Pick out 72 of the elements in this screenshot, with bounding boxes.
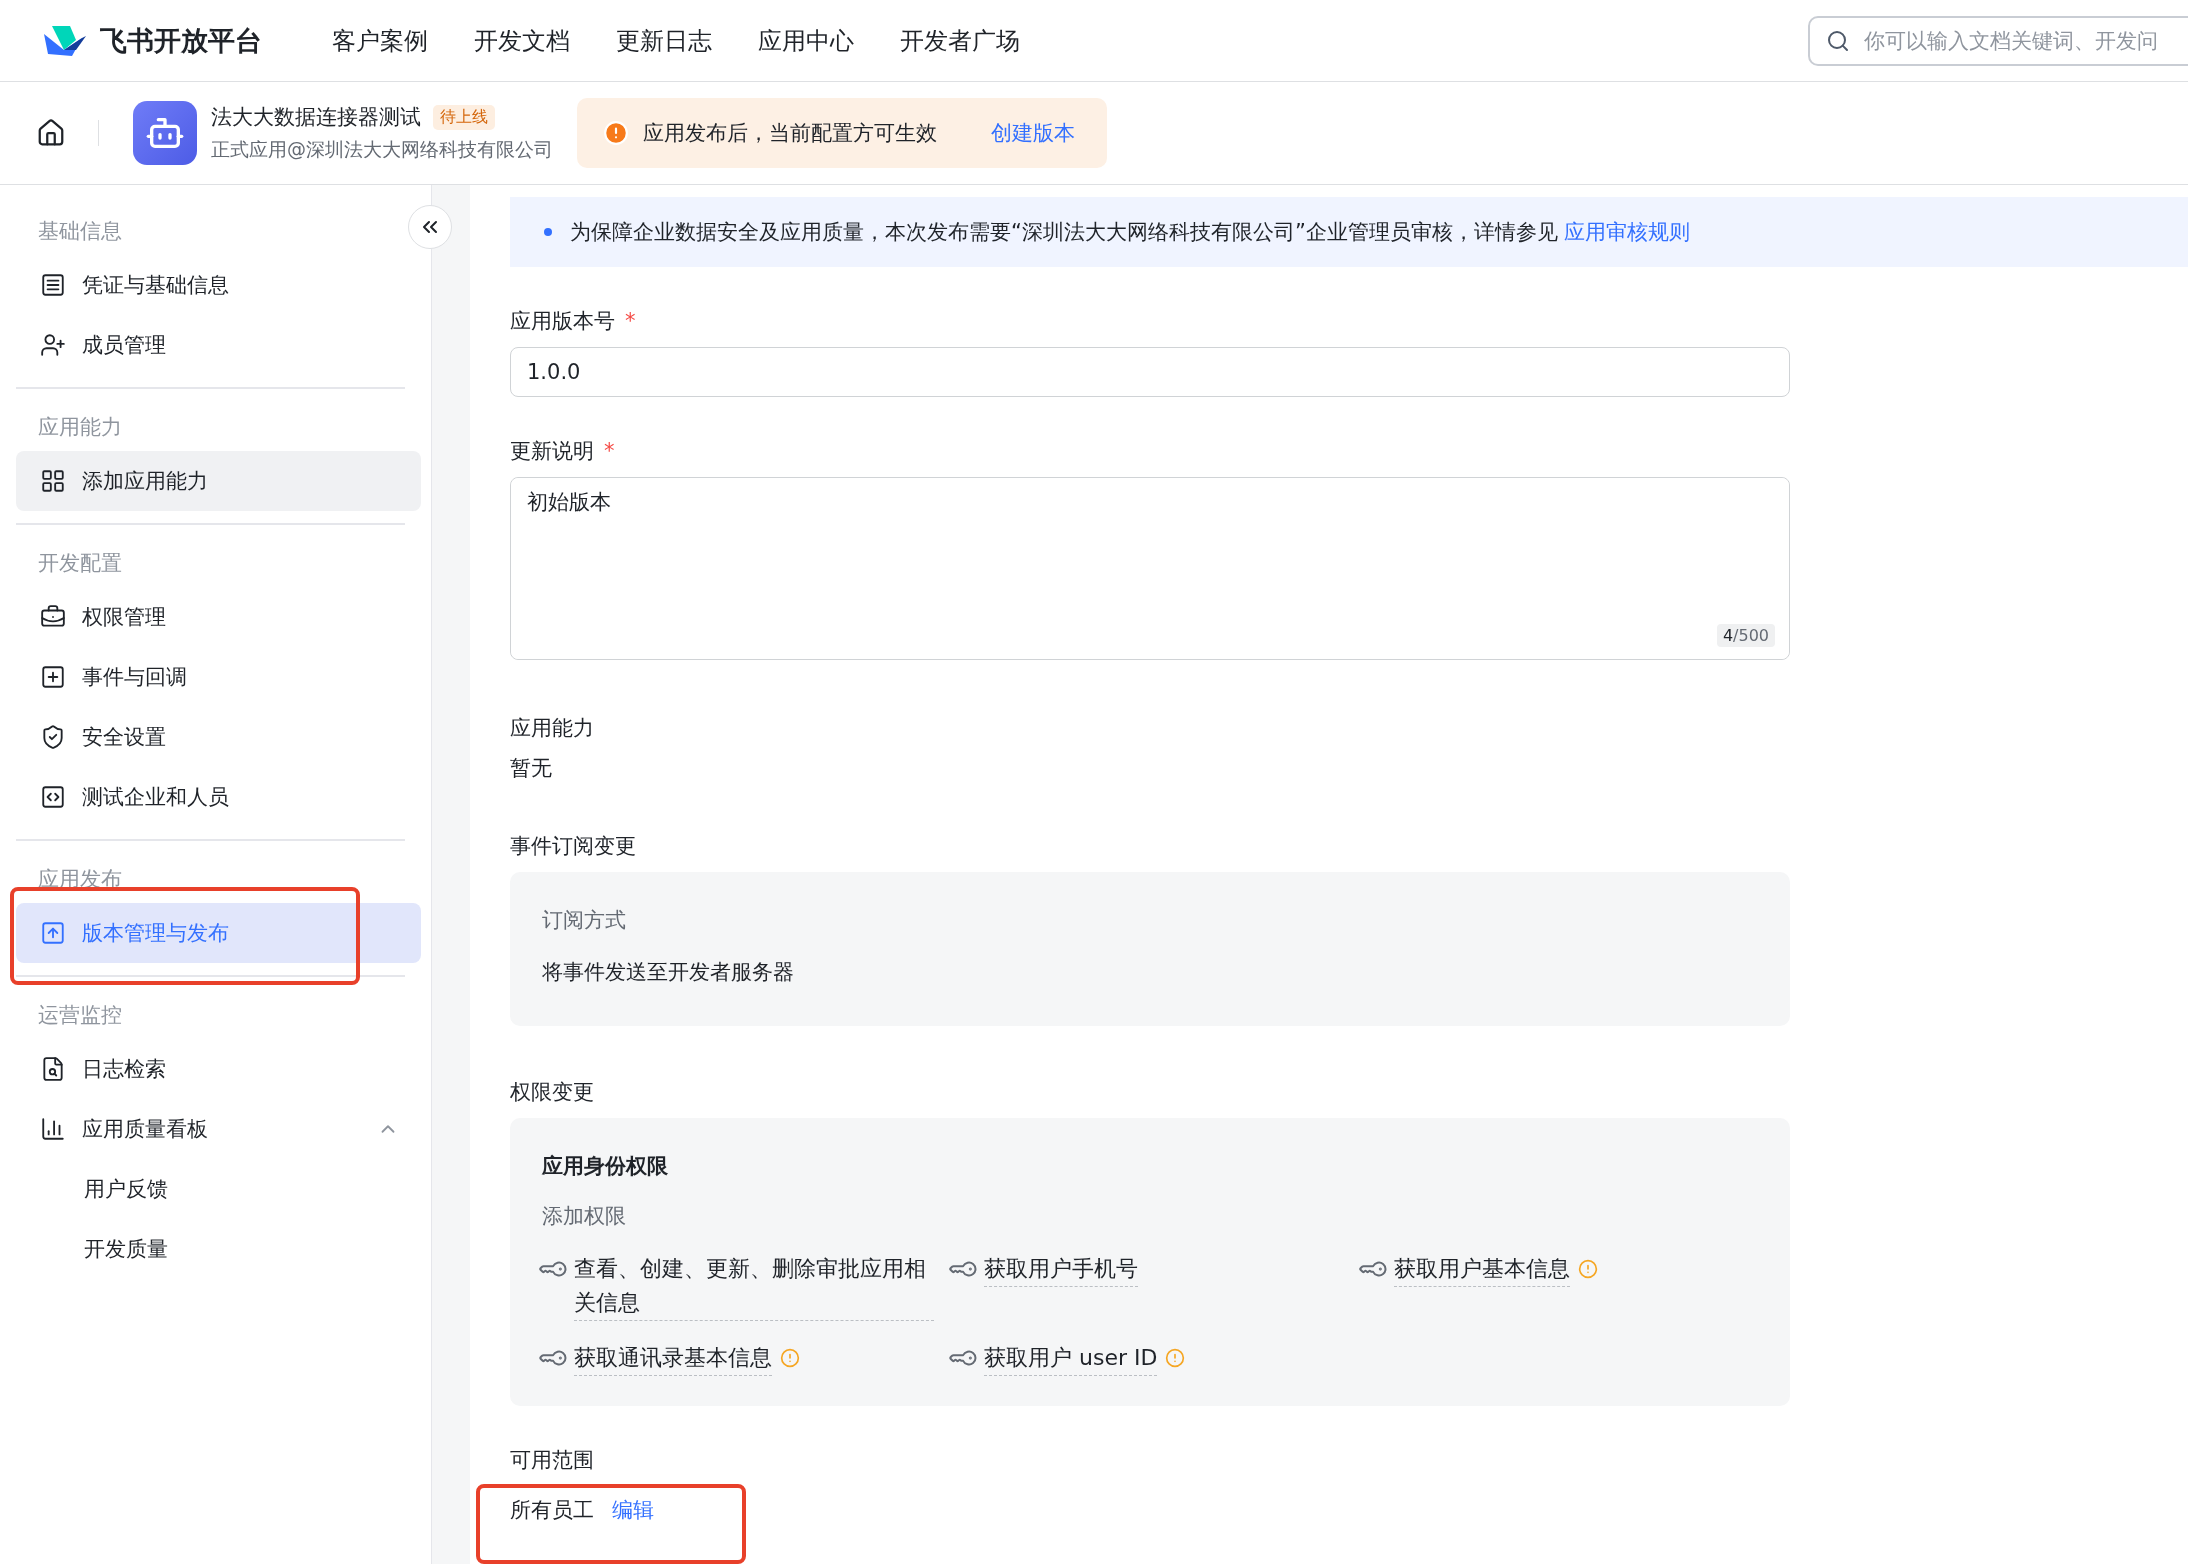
menu-icon: [40, 272, 66, 298]
menu-icon: [40, 920, 66, 946]
app-name: 法大大数据连接器测试: [211, 104, 421, 131]
home-icon[interactable]: [36, 118, 66, 148]
section-heading: 事件订阅变更: [510, 833, 637, 860]
review-rules-link[interactable]: 应用审核规则: [1564, 220, 1691, 244]
nav-link[interactable]: 开发者广场: [900, 24, 1020, 57]
permission-name[interactable]: 查看、创建、更新、删除审批应用相关信息: [574, 1252, 934, 1321]
banner-text: 为保障企业数据安全及应用质量，本次发布需要“深圳法大大网络科技有限公司”企业管理员审核，详情参见 应用审核规则: [570, 219, 1691, 246]
required-mark: *: [604, 439, 615, 463]
menu-icon: [40, 604, 66, 630]
sidebar-item[interactable]: 凭证与基础信息: [16, 255, 421, 315]
permission-name[interactable]: 获取用户手机号: [984, 1252, 1138, 1287]
notice-text: 应用发布后，当前配置方可生效: [643, 120, 937, 147]
permission-group-title: 应用身份权限: [542, 1153, 669, 1180]
capabilities-value: 暂无: [510, 755, 553, 782]
section-heading: 权限变更: [510, 1079, 595, 1106]
warning-icon[interactable]: [1578, 1259, 1598, 1279]
bullet-dot: [544, 228, 552, 236]
nav-link[interactable]: 应用中心: [758, 24, 854, 57]
collapse-button[interactable]: [408, 205, 452, 249]
warning-icon[interactable]: [1165, 1348, 1186, 1368]
permission-subtitle: 添加权限: [542, 1203, 627, 1230]
menu-icon: [40, 1056, 66, 1082]
sidebar-item[interactable]: 权限管理: [16, 587, 421, 647]
field-label: 更新说明: [510, 439, 594, 463]
menu-icon: [40, 724, 66, 750]
section-title: 运营监控: [37, 1002, 123, 1029]
alert-icon: [603, 120, 629, 146]
sidebar-item[interactable]: 测试企业和人员: [16, 767, 421, 827]
sidebar-item[interactable]: 应用质量看板: [16, 1099, 421, 1159]
status-tag: 待上线: [433, 104, 495, 130]
sidebar-item[interactable]: 事件与回调: [16, 647, 421, 707]
char-counter: 4/500: [1716, 624, 1775, 647]
section-title: 应用能力: [37, 414, 123, 441]
search-field[interactable]: 你可以输入文档关键词、开发问: [1808, 15, 2188, 66]
app-subtitle: 正式应用@深圳法大大网络科技有限公司: [211, 137, 553, 162]
app-icon: [133, 101, 197, 165]
permission-name[interactable]: 获取用户 user ID: [984, 1341, 1158, 1376]
nav-link[interactable]: 客户案例: [332, 24, 428, 57]
sidebar-item[interactable]: 添加应用能力: [16, 451, 421, 511]
section-heading: 可用范围: [510, 1447, 595, 1474]
required-mark: *: [625, 309, 636, 333]
search-icon: [1826, 28, 1850, 53]
permission-name[interactable]: 获取通讯录基本信息: [574, 1341, 772, 1376]
subscription-label: 订阅方式: [542, 907, 627, 934]
section-title: 基础信息: [37, 218, 123, 245]
field-label: 应用版本号: [510, 309, 615, 333]
sidebar-item[interactable]: 安全设置: [16, 707, 421, 767]
sidebar-subitem[interactable]: 用户反馈: [16, 1159, 405, 1219]
menu-icon: [40, 1116, 66, 1142]
logo-icon: [42, 23, 86, 58]
brand-name: 飞书开放平台: [100, 23, 262, 58]
section-title: 开发配置: [37, 550, 123, 577]
edit-link[interactable]: 编辑: [612, 1496, 654, 1524]
subscription-value: 将事件发送至开发者服务器: [542, 959, 795, 986]
create-version-link[interactable]: 创建版本: [991, 119, 1075, 147]
menu-icon: [40, 784, 66, 810]
sidebar-item[interactable]: 成员管理: [16, 315, 421, 375]
menu-icon: [40, 468, 66, 494]
permission-name[interactable]: 获取用户基本信息: [1394, 1252, 1570, 1287]
menu-icon: [40, 664, 66, 690]
sidebar-subitem[interactable]: 开发质量: [16, 1219, 405, 1279]
sidebar-item[interactable]: 日志检索: [16, 1039, 421, 1099]
menu-icon: [40, 332, 66, 358]
nav-link[interactable]: 开发文档: [474, 24, 570, 57]
warning-icon[interactable]: [780, 1348, 800, 1368]
notes-textarea[interactable]: 初始版本 4/500: [510, 477, 1790, 660]
section-heading: 应用能力: [510, 715, 595, 742]
scope-value: 所有员工: [510, 1497, 594, 1524]
nav-link[interactable]: 更新日志: [616, 24, 712, 57]
version-input[interactable]: 1.0.0: [510, 347, 1790, 397]
